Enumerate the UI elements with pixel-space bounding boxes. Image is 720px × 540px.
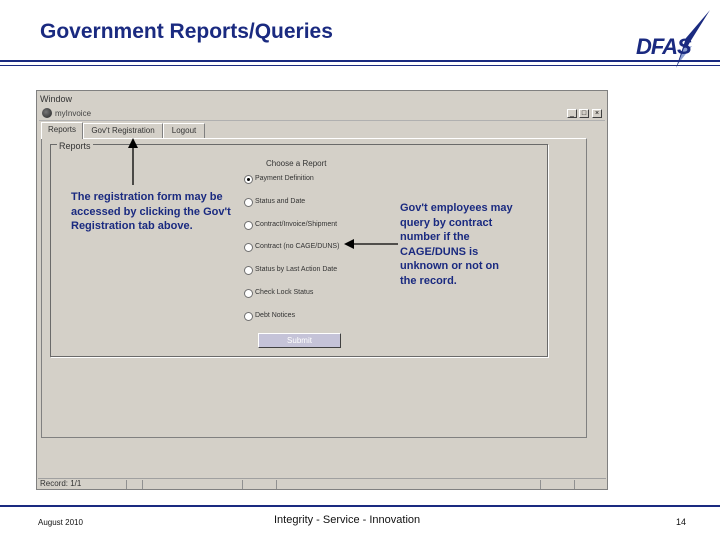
option-label: Contract (no CAGE/DUNS) <box>255 243 340 250</box>
app-icon <box>42 108 52 118</box>
radio-icon[interactable] <box>244 289 253 298</box>
radio-icon[interactable] <box>244 312 253 321</box>
tab-govt-registration[interactable]: Gov't Registration <box>83 123 163 138</box>
option-label: Debt Notices <box>255 312 296 319</box>
choose-report-label: Choose a Report <box>266 159 327 168</box>
maximize-button[interactable]: □ <box>579 109 589 118</box>
annotation-registration: The registration form may be accessed by… <box>71 191 231 232</box>
app-screenshot: Window myInvoice _ □ × Reports Gov't Reg… <box>36 90 608 490</box>
radio-icon[interactable] <box>244 243 253 252</box>
form-title: myInvoice <box>55 109 92 118</box>
option-label: Status by Last Action Date <box>255 266 338 273</box>
footer-tagline: Integrity - Service - Innovation <box>274 514 421 526</box>
status-divider <box>540 480 541 489</box>
window-menu[interactable]: Window <box>40 94 72 104</box>
tab-reports[interactable]: Reports <box>41 122 83 139</box>
option-label: Status and Date <box>255 198 306 205</box>
title-divider <box>0 60 720 66</box>
radio-icon[interactable] <box>244 266 253 275</box>
status-divider <box>126 480 127 489</box>
logo-text: DFAS <box>636 34 692 59</box>
status-divider <box>574 480 575 489</box>
footer-divider <box>0 505 720 507</box>
status-divider <box>276 480 277 489</box>
option-label: Payment Definition <box>255 175 314 182</box>
status-divider <box>142 480 143 489</box>
footer-date: August 2010 <box>38 518 83 527</box>
submit-button[interactable]: Submit <box>258 333 341 348</box>
reports-group-label: Reports <box>57 141 93 151</box>
form-titlebar: myInvoice _ □ × <box>39 107 605 121</box>
page-number: 14 <box>676 517 687 527</box>
radio-icon[interactable] <box>244 198 253 207</box>
close-button[interactable]: × <box>592 109 602 118</box>
annotation-query: Gov't employees may query by contract nu… <box>400 202 513 287</box>
tab-logout[interactable]: Logout <box>163 123 205 138</box>
record-counter: Record: 1/1 <box>40 479 82 488</box>
slide-title: Government Reports/Queries <box>40 20 333 43</box>
option-label: Check Lock Status <box>255 289 314 296</box>
status-bar: Record: 1/1 <box>38 478 606 490</box>
status-divider <box>242 480 243 489</box>
radio-selected-icon[interactable] <box>244 175 253 184</box>
radio-icon[interactable] <box>244 221 253 230</box>
option-label: Contract/Invoice/Shipment <box>255 221 338 228</box>
minimize-button[interactable]: _ <box>567 109 577 118</box>
